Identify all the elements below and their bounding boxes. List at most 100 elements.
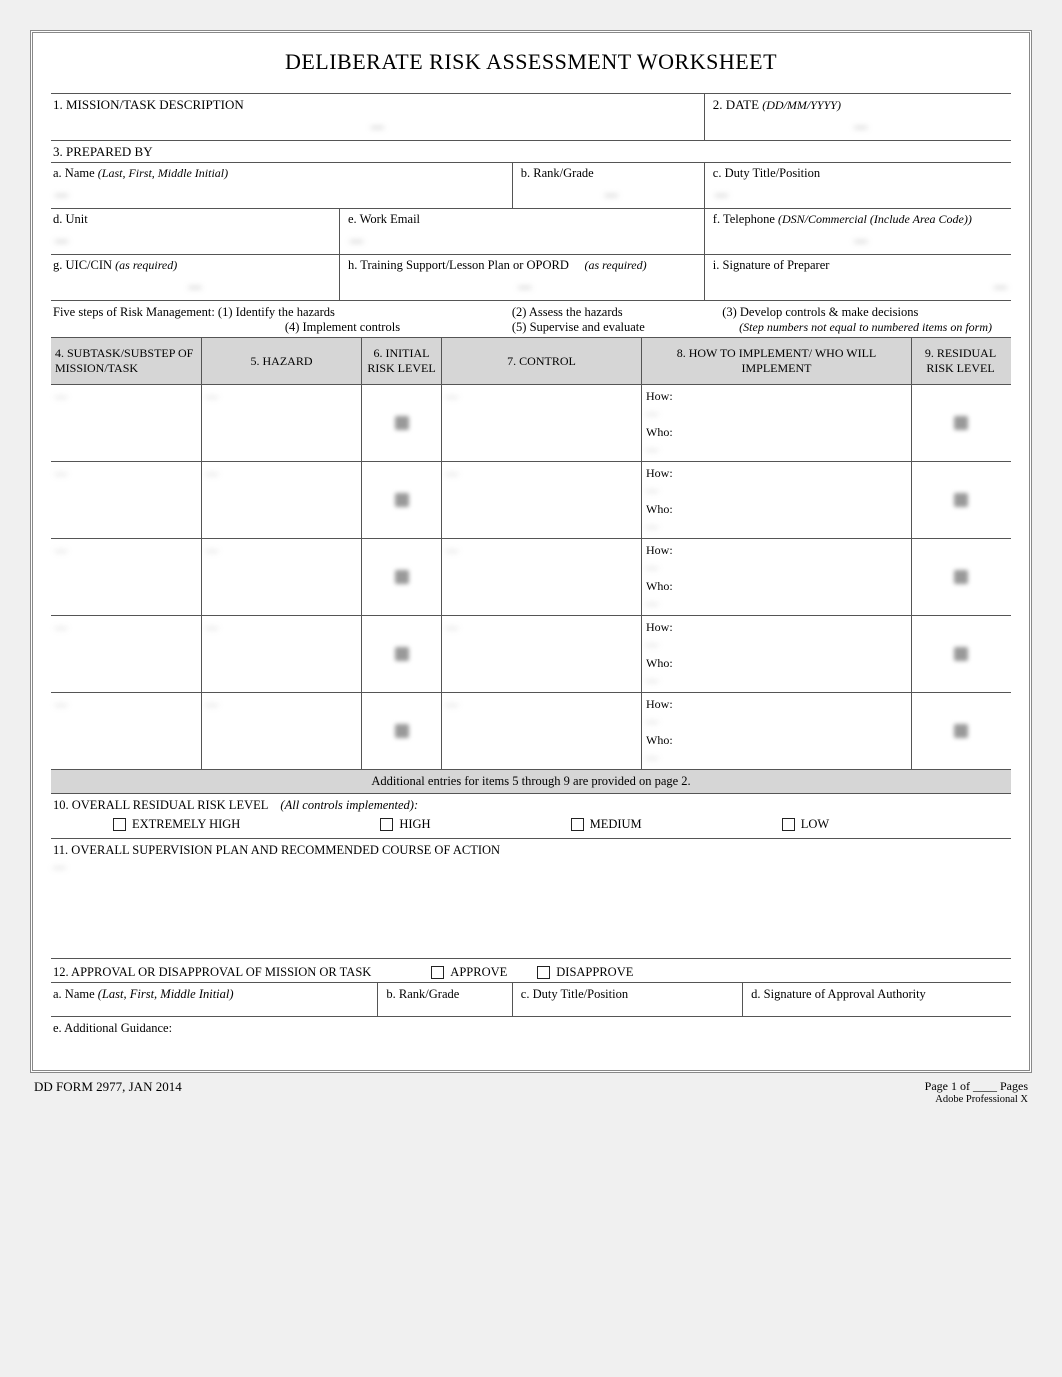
risk-residual[interactable] xyxy=(911,693,1009,769)
block3a-label-text: a. Name xyxy=(53,166,95,180)
risk-hazard[interactable]: — xyxy=(206,697,218,711)
block3d-input[interactable] xyxy=(53,227,337,252)
checkbox-approve[interactable] xyxy=(431,966,444,979)
block3h-input[interactable] xyxy=(348,273,702,298)
checkbox-low[interactable] xyxy=(782,818,795,831)
risk-how[interactable]: — xyxy=(646,714,658,728)
block3h: h. Training Support/Lesson Plan or OPORD… xyxy=(339,254,704,300)
block1-input[interactable] xyxy=(53,113,702,138)
risk-initial[interactable] xyxy=(361,385,441,461)
form-page: DELIBERATE RISK ASSESSMENT WORKSHEET 1. … xyxy=(30,30,1032,1073)
block10-hint: (All controls implemented): xyxy=(280,798,418,812)
risk-residual[interactable] xyxy=(911,462,1009,538)
how-label: How: xyxy=(646,389,907,404)
risk-how[interactable]: — xyxy=(646,560,658,574)
block12-sigrow: a. Name (Last, First, Middle Initial) b.… xyxy=(51,982,1011,1016)
risk-hazard[interactable]: — xyxy=(206,620,218,634)
block3g-input[interactable] xyxy=(53,273,337,298)
who-label: Who: xyxy=(646,425,907,440)
block3i: i. Signature of Preparer xyxy=(704,254,1011,300)
risk-rows: — — — How: — Who: — — — — How: — Who: — … xyxy=(51,385,1011,770)
block3d-label: d. Unit xyxy=(53,212,337,227)
additional-entries-note: Additional entries for items 5 through 9… xyxy=(51,770,1011,794)
block3b-input[interactable] xyxy=(521,181,702,206)
header-subtask: 4. SUBTASK/SUBSTEP OF MISSION/TASK xyxy=(51,338,201,384)
block10-label: 10. OVERALL RESIDUAL RISK LEVEL (All con… xyxy=(53,798,1009,813)
block3c-input[interactable] xyxy=(713,181,1009,206)
block11-text[interactable]: — xyxy=(53,858,1009,877)
block3a-hint: (Last, First, Middle Initial) xyxy=(98,166,228,180)
risk-how[interactable]: — xyxy=(646,637,658,651)
risk-hazard[interactable]: — xyxy=(206,466,218,480)
block10-choices: EXTREMELY HIGH HIGH MEDIUM LOW xyxy=(53,813,1009,834)
risk-subtask[interactable]: — xyxy=(55,620,67,634)
how-label: How: xyxy=(646,620,907,635)
risk-subtask[interactable]: — xyxy=(55,466,67,480)
risk-residual[interactable] xyxy=(911,385,1009,461)
risk-control[interactable]: — xyxy=(446,466,458,480)
header-initial: 6. INITIAL RISK LEVEL xyxy=(361,338,441,384)
risk-residual[interactable] xyxy=(911,616,1009,692)
block2-label-text: 2. DATE xyxy=(713,97,759,112)
block11-label: 11. OVERALL SUPERVISION PLAN AND RECOMME… xyxy=(53,843,1009,858)
block3e: e. Work Email xyxy=(339,208,704,254)
risk-who[interactable]: — xyxy=(646,750,658,764)
risk-hazard[interactable]: — xyxy=(206,389,218,403)
checkbox-medium[interactable] xyxy=(571,818,584,831)
risk-residual[interactable] xyxy=(911,539,1009,615)
footer: DD FORM 2977, JAN 2014 Page 1 of ____ Pa… xyxy=(30,1079,1032,1105)
risk-who[interactable]: — xyxy=(646,442,658,456)
risk-who[interactable]: — xyxy=(646,519,658,533)
risk-who[interactable]: — xyxy=(646,673,658,687)
step4: (4) Implement controls xyxy=(53,320,512,335)
block3h-label-text: h. Training Support/Lesson Plan or OPORD xyxy=(348,258,569,272)
risk-initial[interactable] xyxy=(361,462,441,538)
choice-medium: MEDIUM xyxy=(590,817,642,832)
risk-row: — — — How: — Who: — xyxy=(51,616,1011,693)
checkbox-high[interactable] xyxy=(380,818,393,831)
block3e-input[interactable] xyxy=(348,227,702,252)
choice-high: HIGH xyxy=(399,817,430,832)
block3f-label: f. Telephone (DSN/Commercial (Include Ar… xyxy=(713,212,1009,227)
risk-initial[interactable] xyxy=(361,616,441,692)
block12: 12. APPROVAL OR DISAPPROVAL OF MISSION O… xyxy=(51,958,1011,982)
risk-hazard[interactable]: — xyxy=(206,543,218,557)
block3e-label: e. Work Email xyxy=(348,212,702,227)
risk-initial[interactable] xyxy=(361,539,441,615)
footer-left: DD FORM 2977, JAN 2014 xyxy=(34,1079,182,1105)
risk-control[interactable]: — xyxy=(446,543,458,557)
block3f-hint: (DSN/Commercial (Include Area Code)) xyxy=(778,212,972,226)
footer-page: Page 1 of ____ Pages xyxy=(925,1079,1028,1094)
choice-low: LOW xyxy=(801,817,829,832)
risk-subtask[interactable]: — xyxy=(55,543,67,557)
checkbox-extremely-high[interactable] xyxy=(113,818,126,831)
header-residual: 9. RESIDUAL RISK LEVEL xyxy=(911,338,1009,384)
block3f: f. Telephone (DSN/Commercial (Include Ar… xyxy=(704,208,1011,254)
risk-subtask[interactable]: — xyxy=(55,389,67,403)
block3f-input[interactable] xyxy=(713,227,1009,252)
risk-who[interactable]: — xyxy=(646,596,658,610)
block12-label: 12. APPROVAL OR DISAPPROVAL OF MISSION O… xyxy=(53,965,371,980)
block3a-input[interactable] xyxy=(53,181,510,206)
block3a-label: a. Name (Last, First, Middle Initial) xyxy=(53,166,510,181)
risk-control[interactable]: — xyxy=(446,620,458,634)
risk-how-who: How: — Who: — xyxy=(641,693,911,769)
risk-initial[interactable] xyxy=(361,693,441,769)
block3i-input[interactable] xyxy=(713,273,1009,298)
risk-how-who: How: — Who: — xyxy=(641,539,911,615)
five-steps: Five steps of Risk Management: (1) Ident… xyxy=(51,300,1011,337)
block3g: g. UIC/CIN (as required) xyxy=(51,254,339,300)
block3g-label: g. UIC/CIN (as required) xyxy=(53,258,337,273)
risk-control[interactable]: — xyxy=(446,697,458,711)
block3d: d. Unit xyxy=(51,208,339,254)
risk-how[interactable]: — xyxy=(646,483,658,497)
risk-row: — — — How: — Who: — xyxy=(51,539,1011,616)
block3g-label-text: g. UIC/CIN xyxy=(53,258,112,272)
block3: 3. PREPARED BY xyxy=(51,140,1011,162)
checkbox-disapprove[interactable] xyxy=(537,966,550,979)
block3b: b. Rank/Grade xyxy=(512,162,704,208)
risk-control[interactable]: — xyxy=(446,389,458,403)
risk-how[interactable]: — xyxy=(646,406,658,420)
block2-input[interactable] xyxy=(713,113,1009,138)
risk-subtask[interactable]: — xyxy=(55,697,67,711)
